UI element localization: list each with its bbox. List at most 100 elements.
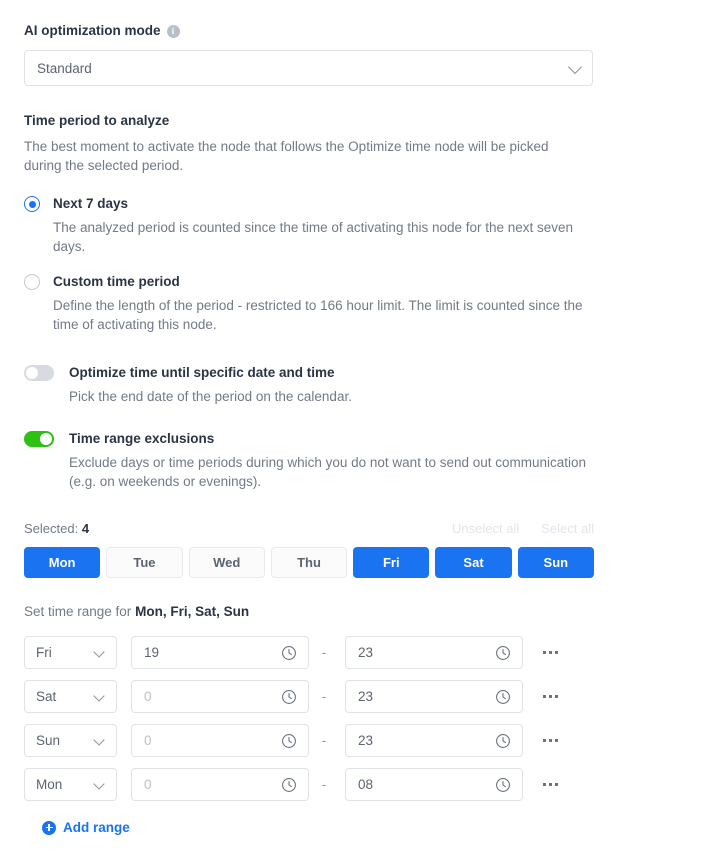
range-from-value-2: 0 xyxy=(144,689,152,704)
selected-count: 4 xyxy=(81,521,90,536)
day-chip-group: Mon Tue Wed Thu Fri Sat Sun xyxy=(24,547,594,578)
chevron-down-icon xyxy=(93,733,105,746)
more-options-icon[interactable] xyxy=(543,739,558,742)
selected-count-text: Selected: 4 xyxy=(24,521,89,536)
range-from-input-2[interactable]: 0 xyxy=(131,680,309,713)
time-range-rows: Fri 19 - 23 Sat 0 - 23 Sun 0 - 23 Mon 0 … xyxy=(24,636,698,801)
range-from-input-3[interactable]: 0 xyxy=(131,724,309,757)
plus-circle-icon xyxy=(42,820,56,835)
chevron-down-icon xyxy=(567,59,583,75)
radio-icon-next-7-days[interactable] xyxy=(24,196,40,212)
clock-icon[interactable] xyxy=(495,777,511,793)
range-day-value-2: Sat xyxy=(36,689,57,704)
radio-label-next-7-days: Next 7 days xyxy=(53,196,129,211)
radio-option-next-7-days[interactable]: Next 7 days The analyzed period is count… xyxy=(24,195,698,256)
unselect-all-button[interactable]: Unselect all xyxy=(452,521,519,536)
range-from-input-4[interactable]: 0 xyxy=(131,768,309,801)
range-to-input-1[interactable]: 23 xyxy=(345,636,523,669)
range-to-value-2: 23 xyxy=(358,689,374,704)
toggle-optimize-until-date[interactable] xyxy=(24,365,54,381)
time-period-description: The best moment to activate the node tha… xyxy=(24,139,549,173)
radio-label-custom-time-period: Custom time period xyxy=(53,274,180,289)
more-options-icon[interactable] xyxy=(543,783,558,786)
more-options-icon[interactable] xyxy=(543,651,558,654)
toggle-label-time-range-exclusions: Time range exclusions xyxy=(69,431,215,446)
range-day-select-1[interactable]: Fri xyxy=(24,636,117,669)
toggle-knob xyxy=(26,367,38,379)
ai-optimization-mode-header: AI optimization mode i xyxy=(24,22,698,40)
range-from-value-4: 0 xyxy=(144,777,152,792)
clock-icon[interactable] xyxy=(495,733,511,749)
toggle-row-optimize-until-date[interactable]: Optimize time until specific date and ti… xyxy=(24,364,698,406)
range-to-value-3: 23 xyxy=(358,733,374,748)
time-range-row: Sat 0 - 23 xyxy=(24,680,698,713)
ai-optimization-mode-select[interactable]: Standard xyxy=(24,50,593,86)
radio-body-custom-time-period: Custom time period Define the length of … xyxy=(53,273,593,334)
toggle-body-optimize-until-date: Optimize time until specific date and ti… xyxy=(69,364,352,406)
ai-optimization-mode-section: AI optimization mode i Standard xyxy=(24,22,698,86)
clock-icon[interactable] xyxy=(281,733,297,749)
range-separator: - xyxy=(321,777,327,792)
range-day-value-4: Mon xyxy=(36,777,63,792)
radio-body-next-7-days: Next 7 days The analyzed period is count… xyxy=(53,195,593,256)
day-chip-mon[interactable]: Mon xyxy=(24,547,101,578)
day-chip-thu[interactable]: Thu xyxy=(270,547,348,578)
day-chip-tue[interactable]: Tue xyxy=(106,547,183,578)
range-from-value-1: 19 xyxy=(144,645,160,660)
toggle-body-time-range-exclusions: Time range exclusions Exclude days or ti… xyxy=(69,430,589,491)
radio-option-custom-time-period[interactable]: Custom time period Define the length of … xyxy=(24,273,698,334)
time-period-label: Time period to analyze xyxy=(24,113,170,128)
add-range-button[interactable]: Add range xyxy=(42,820,698,835)
time-range-row: Fri 19 - 23 xyxy=(24,636,698,669)
clock-icon[interactable] xyxy=(281,777,297,793)
range-separator: - xyxy=(321,689,327,704)
select-all-button[interactable]: Select all xyxy=(541,521,594,536)
range-to-value-4: 08 xyxy=(358,777,374,792)
range-to-input-3[interactable]: 23 xyxy=(345,724,523,757)
ai-optimization-mode-value: Standard xyxy=(37,60,92,76)
clock-icon[interactable] xyxy=(495,689,511,705)
optimize-time-settings-panel: AI optimization mode i Standard Time per… xyxy=(0,0,722,865)
range-from-input-1[interactable]: 19 xyxy=(131,636,309,669)
info-icon[interactable]: i xyxy=(166,24,180,38)
chevron-down-icon xyxy=(93,645,105,658)
clock-icon[interactable] xyxy=(281,689,297,705)
ai-optimization-mode-label: AI optimization mode xyxy=(24,23,161,38)
radio-description-custom-time-period: Define the length of the period - restri… xyxy=(53,298,583,332)
toggle-row-time-range-exclusions[interactable]: Time range exclusions Exclude days or ti… xyxy=(24,430,698,491)
toggle-description-optimize-until-date: Pick the end date of the period on the c… xyxy=(69,389,352,404)
day-chip-wed[interactable]: Wed xyxy=(188,547,265,578)
range-day-select-2[interactable]: Sat xyxy=(24,680,117,713)
time-range-row: Mon 0 - 08 xyxy=(24,768,698,801)
range-separator: - xyxy=(321,733,327,748)
chevron-down-icon xyxy=(93,777,105,790)
day-selection-actions: Unselect all Select all xyxy=(452,521,594,536)
time-period-radio-group: Next 7 days The analyzed period is count… xyxy=(24,195,698,334)
day-selection-toolbar: Selected: 4 Unselect all Select all xyxy=(24,521,594,536)
range-day-value-3: Sun xyxy=(36,733,61,748)
time-period-section: Time period to analyze The best moment t… xyxy=(24,112,698,334)
range-separator: - xyxy=(321,645,327,660)
day-chip-sat[interactable]: Sat xyxy=(435,547,512,578)
toggle-description-time-range-exclusions: Exclude days or time periods during whic… xyxy=(69,455,587,489)
range-day-select-4[interactable]: Mon xyxy=(24,768,117,801)
time-range-row: Sun 0 - 23 xyxy=(24,724,698,757)
clock-icon[interactable] xyxy=(495,645,511,661)
more-options-icon[interactable] xyxy=(543,695,558,698)
clock-icon[interactable] xyxy=(281,645,297,661)
range-day-select-3[interactable]: Sun xyxy=(24,724,117,757)
toggle-label-optimize-until-date: Optimize time until specific date and ti… xyxy=(69,365,335,380)
range-day-value-1: Fri xyxy=(36,645,52,660)
toggle-knob xyxy=(40,433,52,445)
radio-description-next-7-days: The analyzed period is counted since the… xyxy=(53,220,574,254)
day-chip-fri[interactable]: Fri xyxy=(353,547,430,578)
range-from-value-3: 0 xyxy=(144,733,152,748)
range-to-input-2[interactable]: 23 xyxy=(345,680,523,713)
set-time-range-prefix: Set time range for xyxy=(24,604,132,619)
toggle-section: Optimize time until specific date and ti… xyxy=(24,364,698,491)
selected-prefix: Selected: xyxy=(24,521,79,536)
range-to-input-4[interactable]: 08 xyxy=(345,768,523,801)
toggle-time-range-exclusions[interactable] xyxy=(24,431,54,447)
radio-icon-custom-time-period[interactable] xyxy=(24,274,40,290)
day-chip-sun[interactable]: Sun xyxy=(517,547,594,578)
